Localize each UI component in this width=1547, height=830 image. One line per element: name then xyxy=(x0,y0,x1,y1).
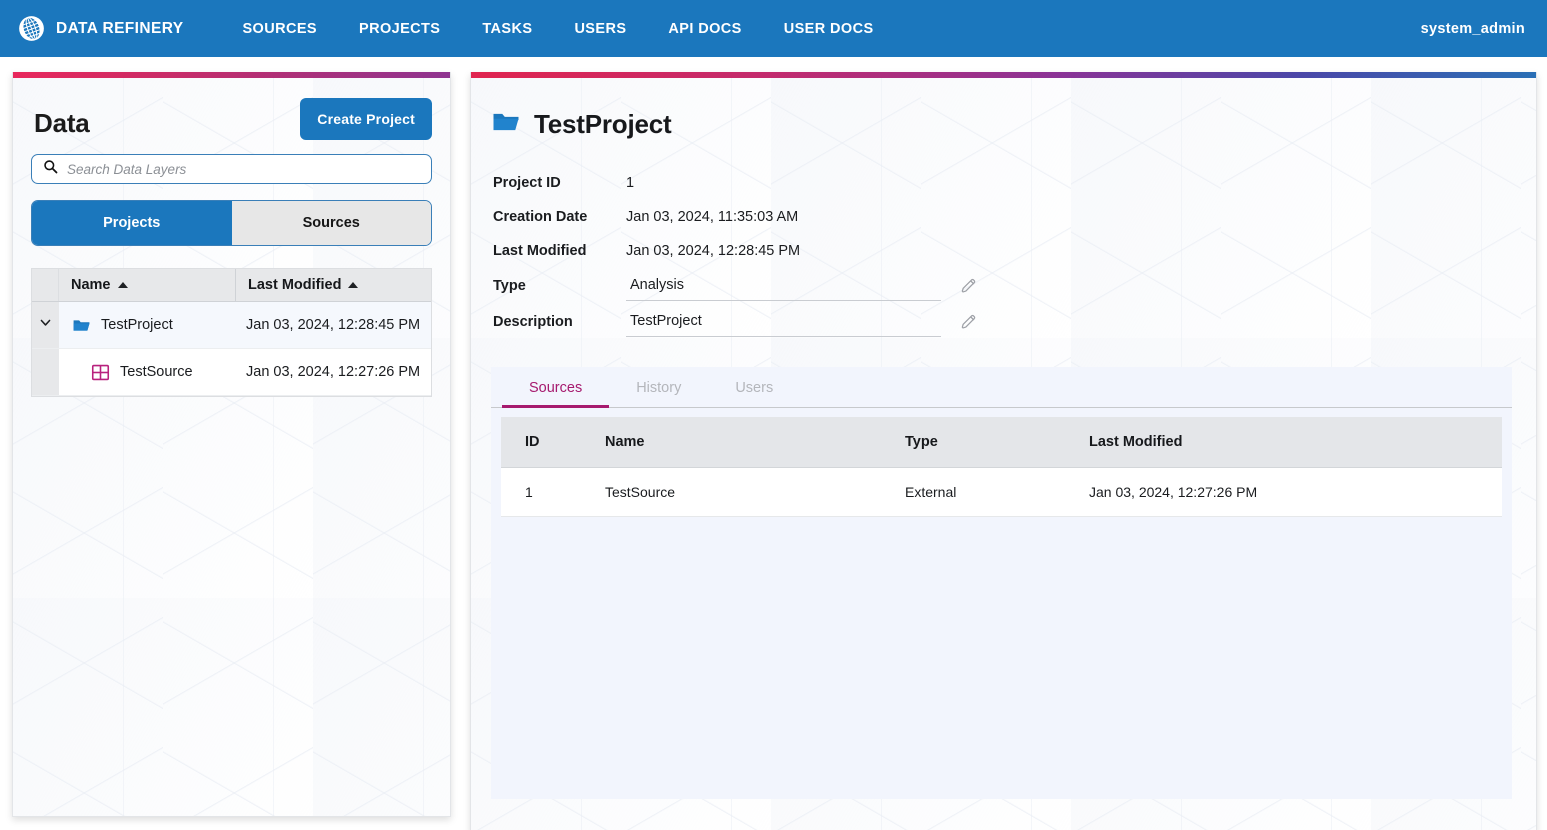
nav-link-sources[interactable]: SOURCES xyxy=(221,21,338,37)
tree-row[interactable]: TestSource Jan 03, 2024, 12:27:26 PM xyxy=(32,349,431,396)
detail-label: Type xyxy=(493,278,526,294)
project-tabs: Sources History Users xyxy=(491,367,1512,408)
cell-name: TestSource xyxy=(605,467,905,517)
left-panel-body: Data Create Project Projects Sources xyxy=(13,78,450,816)
table-grid-icon xyxy=(91,363,110,382)
sources-col-type[interactable]: Type xyxy=(905,417,1089,468)
tree-row-name-cell: TestSource xyxy=(59,363,236,382)
tree-row-name: TestSource xyxy=(120,364,193,380)
project-header: TestProject xyxy=(491,107,1512,142)
pencil-icon xyxy=(959,276,979,296)
current-user-menu[interactable]: system_admin xyxy=(1421,21,1525,37)
data-browser-panel: Data Create Project Projects Sources xyxy=(12,72,451,817)
tree-row-name-cell: TestProject xyxy=(59,316,236,335)
folder-open-icon xyxy=(72,316,91,335)
tree-row-gutter xyxy=(32,349,59,395)
tree-column-last-modified-label: Last Modified xyxy=(248,277,342,293)
brand-title: DATA REFINERY xyxy=(56,19,184,37)
nav-link-user-docs[interactable]: USER DOCS xyxy=(763,21,895,37)
type-field[interactable]: Analysis xyxy=(626,272,941,301)
detail-label: Last Modified xyxy=(493,243,587,259)
tree-row-last-modified: Jan 03, 2024, 12:28:45 PM xyxy=(246,317,421,333)
tab-users[interactable]: Users xyxy=(708,367,800,407)
detail-label: Description xyxy=(493,314,573,330)
sources-table-header-row: ID Name Type Last Modified xyxy=(501,417,1502,468)
page-body: Data Create Project Projects Sources xyxy=(0,57,1547,830)
search-icon xyxy=(40,159,65,179)
projects-sources-toggle: Projects Sources xyxy=(31,200,432,246)
tab-sources[interactable]: Sources xyxy=(502,367,610,408)
tab-history[interactable]: History xyxy=(609,367,708,407)
tree-column-name-label: Name xyxy=(71,277,111,293)
sources-col-name[interactable]: Name xyxy=(605,417,905,468)
data-layers-tree: Name Last Modified TestProject Jan 03, 2… xyxy=(31,268,432,397)
search-input[interactable] xyxy=(65,160,423,178)
description-value: TestProject xyxy=(630,312,702,329)
project-tabs-card: Sources History Users ID Name Type Last … xyxy=(491,367,1512,799)
tree-column-last-modified[interactable]: Last Modified xyxy=(236,269,431,301)
project-title: TestProject xyxy=(534,109,672,139)
description-field[interactable]: TestProject xyxy=(626,308,941,337)
project-detail-panel: TestProject Project ID 1 Creation Date J… xyxy=(470,72,1537,830)
detail-value: 1 xyxy=(626,175,635,191)
sources-col-id[interactable]: ID xyxy=(501,417,605,468)
sort-asc-icon xyxy=(117,282,128,288)
search-data-layers-box[interactable] xyxy=(31,154,432,184)
right-panel-body: TestProject Project ID 1 Creation Date J… xyxy=(471,78,1536,830)
detail-row-type: Type Analysis xyxy=(493,268,1512,304)
edit-type-button[interactable] xyxy=(959,276,979,296)
detail-row-last-modified: Last Modified Jan 03, 2024, 12:28:45 PM xyxy=(493,234,1512,268)
create-project-button[interactable]: Create Project xyxy=(300,98,432,140)
nav-link-projects[interactable]: PROJECTS xyxy=(338,21,461,37)
nav-link-api-docs[interactable]: API DOCS xyxy=(647,21,762,37)
tree-row[interactable]: TestProject Jan 03, 2024, 12:28:45 PM xyxy=(32,302,431,349)
left-panel-header: Data Create Project xyxy=(31,98,432,140)
nav-links: SOURCES PROJECTS TASKS USERS API DOCS US… xyxy=(221,21,894,37)
detail-row-project-id: Project ID 1 xyxy=(493,166,1512,200)
detail-row-description: Description TestProject xyxy=(493,304,1512,340)
nav-link-tasks[interactable]: TASKS xyxy=(461,21,553,37)
tree-row-last-modified: Jan 03, 2024, 12:27:26 PM xyxy=(246,364,421,380)
tree-header-gutter xyxy=(32,269,59,301)
expand-collapse-toggle[interactable] xyxy=(32,302,59,348)
pencil-icon xyxy=(959,312,979,332)
cell-type: External xyxy=(905,467,1089,517)
toggle-projects[interactable]: Projects xyxy=(32,201,232,245)
chevron-down-icon xyxy=(39,316,52,334)
detail-label: Creation Date xyxy=(493,209,588,225)
tree-header-row: Name Last Modified xyxy=(32,269,431,302)
detail-label: Project ID xyxy=(493,175,561,191)
nav-link-users[interactable]: USERS xyxy=(553,21,647,37)
tree-row-name: TestProject xyxy=(101,317,173,333)
table-row[interactable]: 1 TestSource External Jan 03, 2024, 12:2… xyxy=(501,467,1502,517)
sources-table-wrapper: ID Name Type Last Modified 1 TestSource … xyxy=(491,408,1512,517)
detail-value: Jan 03, 2024, 11:35:03 AM xyxy=(626,209,799,225)
sources-table: ID Name Type Last Modified 1 TestSource … xyxy=(501,417,1502,517)
sort-asc-icon xyxy=(348,282,359,288)
tree-column-name[interactable]: Name xyxy=(59,269,236,301)
toggle-sources[interactable]: Sources xyxy=(231,201,431,245)
brand-logo-link[interactable]: DATA REFINERY xyxy=(18,15,183,42)
top-navbar: DATA REFINERY SOURCES PROJECTS TASKS USE… xyxy=(0,0,1547,57)
project-details: Project ID 1 Creation Date Jan 03, 2024,… xyxy=(493,166,1512,340)
detail-value: Jan 03, 2024, 12:28:45 PM xyxy=(626,243,801,259)
page-title: Data xyxy=(34,108,90,138)
globe-icon xyxy=(18,15,45,42)
detail-row-creation-date: Creation Date Jan 03, 2024, 11:35:03 AM xyxy=(493,200,1512,234)
edit-description-button[interactable] xyxy=(959,312,979,332)
folder-open-icon xyxy=(491,107,521,142)
cell-last-modified: Jan 03, 2024, 12:27:26 PM xyxy=(1089,467,1502,517)
type-value: Analysis xyxy=(630,276,684,293)
cell-id: 1 xyxy=(501,467,605,517)
sources-col-last-modified[interactable]: Last Modified xyxy=(1089,417,1502,468)
